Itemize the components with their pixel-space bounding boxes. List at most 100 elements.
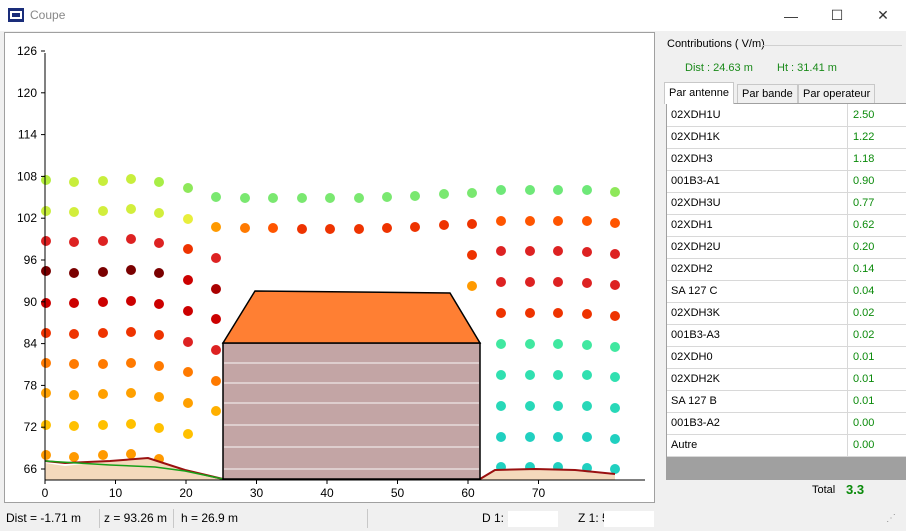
app-icon [8,8,24,22]
field-sample-point [553,432,563,442]
table-row[interactable]: SA 127 B 0.01 [667,390,906,413]
field-sample-point [325,224,335,234]
contribution-value: 0.14 [853,263,875,275]
field-sample-point [69,452,79,462]
antenna-name: 02XDH3 [671,148,848,170]
antenna-name: 02XDH0 [671,346,848,368]
field-sample-point [496,339,506,349]
field-sample-point [183,275,193,285]
tab-par-bande[interactable]: Par bande [737,84,798,103]
x-tick-label: 10 [109,486,123,500]
status-divider [367,509,368,528]
field-sample-point [467,219,477,229]
table-row[interactable]: Autre 0.00 [667,434,906,457]
table-row[interactable]: 001B3-A3 0.02 [667,324,906,347]
field-sample-point [610,249,620,259]
field-sample-point [126,204,136,214]
x-tick-label: 20 [179,486,193,500]
field-sample-point [582,340,592,350]
field-sample-point [553,185,563,195]
table-row[interactable]: 02XDH2 0.14 [667,258,906,281]
field-sample-point [98,420,108,430]
table-row[interactable]: 02XDH1U 2.50 [667,104,906,127]
field-sample-point [410,222,420,232]
y-tick-label: 126 [17,44,37,58]
contribution-value: 0.00 [853,417,875,429]
antenna-name: 02XDH2K [671,368,848,390]
field-sample-point [183,367,193,377]
field-sample-point [183,429,193,439]
contribution-value: 1.22 [853,131,875,143]
table-footer [667,456,906,479]
table-row[interactable]: 02XDH0 0.01 [667,346,906,369]
field-sample-point [297,224,307,234]
group-divider [762,45,902,46]
field-sample-point [41,206,51,216]
resize-grip-icon[interactable]: ⋰ [886,513,896,524]
field-sample-point [525,370,535,380]
total-label: Total [812,484,836,496]
y-tick-label: 114 [18,128,37,142]
antenna-name: 02XDH1 [671,214,848,236]
field-sample-point [410,191,420,201]
field-sample-point [553,308,563,318]
field-sample-point [154,392,164,402]
table-row[interactable]: 02XDH3K 0.02 [667,302,906,325]
tab-par-operateur[interactable]: Par operateur [798,84,876,103]
close-button[interactable]: ✕ [860,0,906,31]
contribution-value: 1.18 [853,153,875,165]
field-sample-point [98,297,108,307]
contributions-table[interactable]: 02XDH1U 2.50 02XDH1K 1.22 02XDH3 1.18 001B3-A1… [666,103,906,480]
table-row[interactable]: 02XDH1 0.62 [667,214,906,237]
close-icon: ✕ [877,7,889,23]
contribution-value: 0.20 [853,241,875,253]
table-row[interactable]: 02XDH2U 0.20 [667,236,906,259]
field-sample-point [553,370,563,380]
table-row[interactable]: 02XDH3 1.18 [667,148,906,171]
field-sample-point [154,361,164,371]
field-sample-point [126,265,136,275]
field-sample-point [582,216,592,226]
tab-par-antenne[interactable]: Par antenne [664,82,734,104]
field-sample-point [69,421,79,431]
x-tick-label: 0 [42,486,49,500]
table-row[interactable]: 02XDH1K 1.22 [667,126,906,149]
field-sample-point [553,277,563,287]
z-scale-box [604,511,654,527]
contribution-value: 0.90 [853,175,875,187]
table-row[interactable]: 02XDH2K 0.01 [667,368,906,391]
field-sample-point [354,193,364,203]
field-sample-point [183,337,193,347]
field-sample-point [268,223,278,233]
field-sample-point [126,234,136,244]
table-row[interactable]: SA 127 C 0.04 [667,280,906,303]
field-sample-point [496,308,506,318]
field-sample-point [610,311,620,321]
status-divider [99,509,100,528]
field-sample-point [382,192,392,202]
section-plot-canvas[interactable]: 126 120 114 108 102 96 90 84 78 72 66 0 10 20 30 40 50 6… [5,33,654,502]
antenna-name: 02XDH3K [671,302,848,324]
field-sample-point [211,376,221,386]
field-sample-point [41,328,51,338]
field-sample-point [183,183,193,193]
field-sample-point [98,267,108,277]
maximize-button[interactable]: ☐ [814,0,860,31]
minimize-button[interactable]: — [768,0,814,31]
field-sample-point [41,236,51,246]
field-sample-point [98,359,108,369]
field-sample-point [610,187,620,197]
contribution-value: 0.62 [853,219,875,231]
building-roof [221,290,482,344]
table-row[interactable]: 02XDH3U 0.77 [667,192,906,215]
field-sample-point [553,246,563,256]
field-sample-point [467,188,477,198]
field-sample-point [525,246,535,256]
table-row[interactable]: 001B3-A1 0.90 [667,170,906,193]
section-plot[interactable]: 126 120 114 108 102 96 90 84 78 72 66 0 10 20 30 40 50 6… [4,32,655,503]
field-sample-point [240,193,250,203]
field-sample-point [382,223,392,233]
status-distance: Dist = -1.71 m [6,511,82,525]
field-sample-point [126,174,136,184]
table-row[interactable]: 001B3-A2 0.00 [667,412,906,435]
